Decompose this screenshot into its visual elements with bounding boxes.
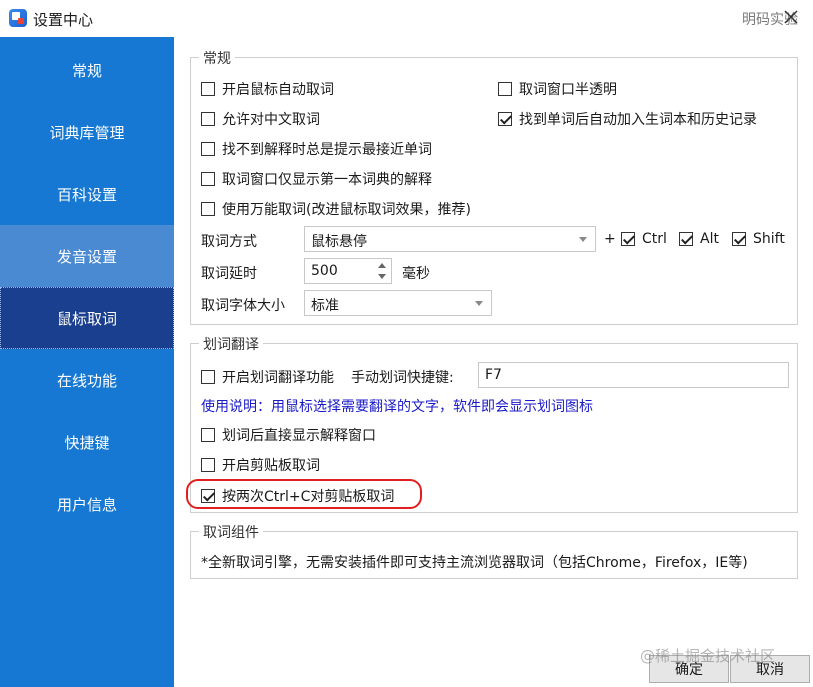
checkbox-checked[interactable] <box>621 232 635 246</box>
modifier-shift[interactable]: Shift <box>732 231 785 247</box>
capture-mode-label: 取词方式 <box>201 234 257 250</box>
app-icon <box>9 9 27 27</box>
general-group-title: 常规 <box>199 48 235 68</box>
option-universal-capture[interactable]: 使用万能取词(改进鼠标取词效果，推荐) <box>201 199 471 219</box>
checkbox[interactable] <box>201 370 215 384</box>
font-size-label: 取词字体大小 <box>201 298 285 314</box>
spin-down-icon[interactable] <box>378 274 386 279</box>
option-auto-capture[interactable]: 开启鼠标自动取词 <box>201 79 334 99</box>
option-auto-add-wordbook[interactable]: 找到单词后自动加入生词本和历史记录 <box>498 109 757 129</box>
checkbox[interactable] <box>201 142 215 156</box>
sidebar-item-encyclopedia[interactable]: 百科设置 <box>0 163 174 225</box>
option-clipboard-capture[interactable]: 开启剪贴板取词 <box>201 455 320 475</box>
checkbox[interactable] <box>201 202 215 216</box>
checkbox[interactable] <box>201 82 215 96</box>
modifier-ctrl[interactable]: Ctrl <box>621 231 667 247</box>
selection-group-title: 划词翻译 <box>199 334 263 354</box>
close-icon[interactable] <box>781 7 801 27</box>
option-chinese-capture[interactable]: 允许对中文取词 <box>201 109 320 129</box>
option-show-window-directly[interactable]: 划词后直接显示解释窗口 <box>201 425 376 445</box>
content-panel: 常规 开启鼠标自动取词 取词窗口半透明 允许对中文取词 找到单词后自动加入生词本… <box>175 37 813 687</box>
hotkey-input[interactable]: F7 <box>478 362 789 388</box>
capture-delay-spinner[interactable]: 500 <box>304 258 392 284</box>
component-description: *全新取词引擎，无需安装插件即可支持主流浏览器取词（包括Chrome，Firef… <box>201 555 748 571</box>
capture-component-group: 取词组件 *全新取词引擎，无需安装插件即可支持主流浏览器取词（包括Chrome，… <box>190 522 798 579</box>
option-first-dictionary-only[interactable]: 取词窗口仅显示第一本词典的解释 <box>201 169 432 189</box>
checkbox[interactable] <box>201 112 215 126</box>
checkbox-checked[interactable] <box>679 232 693 246</box>
checkbox[interactable] <box>201 172 215 186</box>
sidebar-item-general[interactable]: 常规 <box>0 39 174 101</box>
component-group-title: 取词组件 <box>199 522 263 542</box>
sidebar-item-dictionary[interactable]: 词典库管理 <box>0 101 174 163</box>
font-size-select[interactable]: 标准 <box>304 290 492 316</box>
sidebar-item-shortcuts[interactable]: 快捷键 <box>0 411 174 473</box>
general-group: 常规 开启鼠标自动取词 取词窗口半透明 允许对中文取词 找到单词后自动加入生词本… <box>190 48 798 325</box>
spin-up-icon[interactable] <box>378 263 386 268</box>
sidebar: 常规 词典库管理 百科设置 发音设置 鼠标取词 在线功能 快捷键 用户信息 <box>0 37 174 687</box>
capture-mode-select[interactable]: 鼠标悬停 <box>304 226 596 252</box>
sidebar-item-online[interactable]: 在线功能 <box>0 349 174 411</box>
usage-hint: 使用说明：用鼠标选择需要翻译的文字，软件即会显示划词图标 <box>201 399 593 415</box>
option-translucent-window[interactable]: 取词窗口半透明 <box>498 79 617 99</box>
sidebar-item-pronunciation[interactable]: 发音设置 <box>0 225 174 287</box>
window-title: 设置中心 <box>33 11 94 29</box>
plus-sign: + <box>604 231 616 247</box>
title-bar: 设置中心 明码实验 <box>0 0 813 36</box>
sidebar-item-user-info[interactable]: 用户信息 <box>0 473 174 535</box>
hotkey-label: 手动划词快捷键: <box>351 370 454 386</box>
watermark: @稀土掘金技术社区 <box>640 647 776 665</box>
option-suggest-closest[interactable]: 找不到解释时总是提示最接近单词 <box>201 139 432 159</box>
highlight-annotation <box>186 479 422 509</box>
capture-delay-unit: 毫秒 <box>402 266 430 282</box>
chevron-down-icon <box>475 301 483 306</box>
capture-delay-label: 取词延时 <box>201 266 257 282</box>
modifier-alt[interactable]: Alt <box>679 231 719 247</box>
option-enable-selection-translation[interactable]: 开启划词翻译功能 <box>201 367 334 387</box>
sidebar-item-mouse-capture[interactable]: 鼠标取词 <box>0 287 174 349</box>
checkbox[interactable] <box>498 82 512 96</box>
checkbox[interactable] <box>201 428 215 442</box>
chevron-down-icon <box>579 237 587 242</box>
checkbox-checked[interactable] <box>498 112 512 126</box>
checkbox-checked[interactable] <box>732 232 746 246</box>
checkbox[interactable] <box>201 458 215 472</box>
